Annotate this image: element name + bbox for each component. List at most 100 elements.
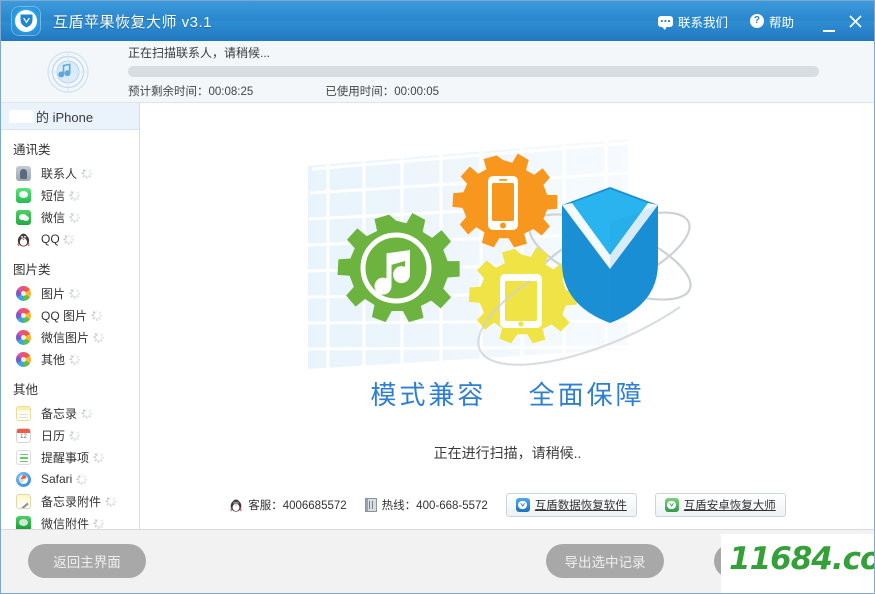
sidebar: 的 iPhone 通讯类 联系人 短信 微信 QQ 图片类 图片 QQ 图片 微信图片 其他 其他备…: [1, 103, 140, 529]
product-link-data-recovery[interactable]: 互盾数据恢复软件: [505, 493, 637, 517]
sidebar-item-label: Safari: [41, 472, 73, 486]
phone-switchboard-icon: [364, 498, 377, 512]
reminders-icon: [16, 449, 31, 465]
wechat-attachment-icon: [16, 515, 31, 529]
sidebar-item-label: 短信: [41, 188, 66, 203]
loading-spinner-icon: [68, 429, 80, 441]
music-radar-scan-icon: [46, 50, 90, 94]
title-bar: 互盾苹果恢复大师 v3.1 联系我们 ? 帮助: [1, 1, 874, 41]
sidebar-item-label: QQ 图片: [41, 308, 88, 323]
messages-icon: [16, 187, 31, 203]
sidebar-item-notes-attachment[interactable]: 备忘录附件: [1, 490, 139, 512]
sidebar-item-label: 联系人: [41, 166, 78, 181]
tagline-1: 模式兼容: [370, 380, 487, 410]
close-button[interactable]: [842, 8, 868, 34]
loading-spinner-icon: [104, 495, 116, 507]
tagline-2: 全面保障: [528, 380, 645, 410]
export-selected-button[interactable]: 导出选中记录: [546, 544, 664, 578]
back-to-main-button[interactable]: 返回主界面: [28, 544, 146, 578]
scan-message: 正在进行扫描，请稍候..: [433, 445, 582, 461]
help-label: 帮助: [768, 15, 794, 30]
safari-icon: [16, 471, 31, 487]
sidebar-item-wechat-photos[interactable]: 微信图片: [1, 326, 139, 348]
sidebar-item-label: 图片: [41, 286, 66, 301]
hotline-label: 热线：400-668-5572: [381, 500, 488, 512]
sidebar-group-title: 其他: [13, 383, 39, 397]
window-title: 互盾苹果恢复大师 v3.1: [53, 13, 213, 31]
main-content: 模式兼容 全面保障 正在进行扫描，请稍候.. 客服：4006685572 热线：…: [141, 103, 874, 529]
contact-us-button[interactable]: 联系我们: [657, 12, 728, 31]
hero-taglines: 模式兼容 全面保障: [141, 375, 874, 412]
sidebar-item-label: 日历: [41, 428, 66, 443]
product-link-android-recovery[interactable]: 互盾安卓恢复大师: [654, 493, 786, 517]
sidebar-item-qq-photos[interactable]: QQ 图片: [1, 304, 139, 326]
question-circle-icon: ?: [749, 14, 764, 28]
loading-spinner-icon: [68, 287, 80, 299]
shield-green-icon: [664, 498, 679, 512]
product-link-label: 互盾数据恢复软件: [534, 500, 627, 512]
sidebar-device-item[interactable]: 的 iPhone: [1, 103, 139, 130]
sidebar-groups: 通讯类 联系人 短信 微信 QQ 图片类 图片 QQ 图片 微信图片 其他 其他 备忘录 12 日历 提醒事…: [1, 130, 139, 529]
progress-body: 正在扫描联系人，请稍候... 预计剩余时间：00:08:25 已使用时间：00:…: [128, 44, 874, 99]
logo-shield-v-icon: [20, 14, 32, 28]
sidebar-item-label: QQ: [41, 232, 60, 246]
application-window: 互盾苹果恢复大师 v3.1 联系我们 ? 帮助 正在扫描联系人，请稍候... 预…: [0, 0, 875, 594]
watermark-backdrop: [721, 534, 874, 593]
sidebar-item-other-photos[interactable]: 其他: [1, 348, 139, 370]
qq-penguin-icon: [16, 232, 31, 247]
help-button[interactable]: ? 帮助: [749, 12, 794, 31]
hotline-item: 热线：400-668-5572: [364, 497, 488, 513]
sidebar-item-label: 备忘录: [41, 406, 78, 421]
support-links: 客服：4006685572 热线：400-668-5572 互盾数据恢复软件 互…: [141, 493, 874, 517]
loading-spinner-icon: [80, 407, 92, 419]
chat-bubble-icon: [657, 15, 673, 30]
sidebar-item-contacts[interactable]: 联系人: [1, 162, 139, 184]
gears-shield-illustration: [298, 131, 718, 381]
sidebar-group-title: 通讯类: [13, 143, 51, 157]
sidebar-item-safari[interactable]: Safari: [1, 468, 139, 490]
loading-spinner-icon: [76, 473, 88, 485]
sidebar-item-photos[interactable]: 图片: [1, 282, 139, 304]
progress-bar: [128, 66, 819, 77]
sidebar-item-messages[interactable]: 短信: [1, 184, 139, 206]
elapsed-time-label: 已使用时间：00:00:05: [325, 86, 440, 98]
qq-support-label: 客服：4006685572: [248, 500, 347, 512]
sidebar-item-qq-penguin[interactable]: QQ: [1, 228, 139, 250]
photos-icon: [16, 285, 31, 301]
sidebar-item-wechat-attachment[interactable]: 微信附件: [1, 512, 139, 529]
scan-status-text: 正在扫描联系人，请稍候...: [128, 46, 271, 60]
sidebar-item-label: 微信: [41, 210, 66, 225]
sidebar-item-label: 备忘录附件: [41, 494, 102, 509]
loading-spinner-icon: [92, 451, 104, 463]
contact-us-label: 联系我们: [677, 15, 728, 30]
progress-times: 预计剩余时间：00:08:25 已使用时间：00:00:05: [128, 83, 819, 99]
close-icon: [848, 14, 862, 28]
sidebar-item-notes[interactable]: 备忘录: [1, 402, 139, 424]
wechat-photos-icon: [16, 329, 31, 345]
loading-spinner-icon: [68, 211, 80, 223]
loading-spinner-icon: [90, 309, 102, 321]
sidebar-item-calendar[interactable]: 12 日历: [1, 424, 139, 446]
device-name-blank: [9, 109, 34, 123]
shield-blue-icon: [515, 498, 530, 512]
remaining-time-label: 预计剩余时间：00:08:25: [128, 86, 254, 98]
qq-penguin-icon: [230, 499, 242, 512]
contacts-icon: [16, 165, 31, 181]
qq-support-item[interactable]: 客服：4006685572: [229, 497, 347, 513]
sidebar-item-wechat[interactable]: 微信: [1, 206, 139, 228]
loading-spinner-icon: [63, 233, 75, 245]
sidebar-item-label: 微信附件: [41, 516, 90, 530]
device-name-label: 的 iPhone: [36, 109, 94, 125]
qq-photos-icon: [16, 307, 31, 323]
sidebar-item-reminders[interactable]: 提醒事项: [1, 446, 139, 468]
loading-spinner-icon: [92, 517, 104, 529]
wechat-icon: [16, 209, 31, 225]
notes-icon: [16, 405, 31, 421]
other-photos-icon: [16, 351, 31, 367]
loading-spinner-icon: [68, 353, 80, 365]
product-link-label: 互盾安卓恢复大师: [683, 500, 776, 512]
loading-spinner-icon: [80, 167, 92, 179]
calendar-icon: 12: [16, 427, 31, 443]
minimize-button[interactable]: [816, 6, 842, 37]
sidebar-item-label: 其他: [41, 352, 66, 367]
